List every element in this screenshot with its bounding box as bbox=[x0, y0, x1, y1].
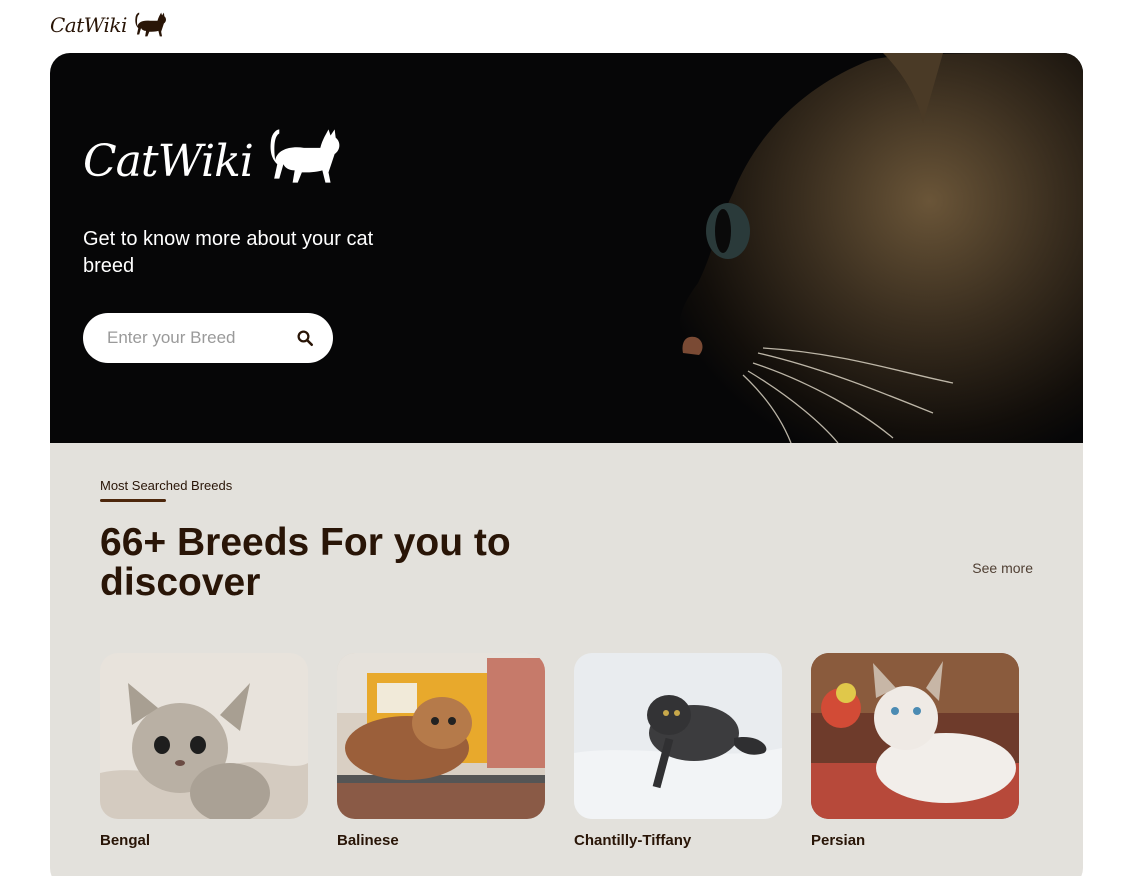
breed-card-image[interactable] bbox=[337, 653, 545, 819]
hero-banner: CatWiki Get to know more about your cat … bbox=[50, 53, 1083, 443]
breed-search[interactable] bbox=[83, 313, 333, 363]
breed-card-image[interactable] bbox=[100, 653, 308, 819]
breed-card[interactable]: Bengal bbox=[100, 653, 308, 849]
breed-card[interactable]: Balinese bbox=[337, 653, 545, 849]
breed-cards: Bengal Balinese Chantilly-Tiffany Persia… bbox=[100, 653, 1019, 849]
see-more-link[interactable]: See more bbox=[972, 560, 1033, 576]
section-label: Most Searched Breeds bbox=[100, 478, 233, 493]
cat-silhouette-icon bbox=[135, 12, 166, 37]
hero-logo: CatWiki bbox=[83, 119, 349, 191]
breed-card-image[interactable] bbox=[811, 653, 1019, 819]
breed-card[interactable]: Persian bbox=[811, 653, 1019, 849]
breed-card-name[interactable]: Bengal bbox=[100, 832, 308, 849]
breeds-headline: 66+ Breeds For you to discover bbox=[100, 521, 511, 604]
search-icon[interactable] bbox=[295, 328, 315, 348]
header-logo[interactable]: CatWiki bbox=[50, 6, 171, 40]
breed-card-name[interactable]: Persian bbox=[811, 832, 1019, 849]
hero-logo-text: CatWiki bbox=[83, 136, 254, 187]
hero-cat-photo bbox=[523, 53, 1083, 443]
most-searched-breeds: Most Searched Breeds 66+ Breeds For you … bbox=[50, 443, 1083, 876]
section-underline bbox=[100, 499, 166, 502]
breed-card-name[interactable]: Chantilly-Tiffany bbox=[574, 832, 782, 849]
header-logo-text: CatWiki bbox=[50, 13, 127, 37]
hero-tagline: Get to know more about your cat breed bbox=[83, 228, 374, 277]
breed-card-image[interactable] bbox=[574, 653, 782, 819]
breed-card[interactable]: Chantilly-Tiffany bbox=[574, 653, 782, 849]
cat-silhouette-icon bbox=[270, 129, 340, 183]
breed-search-input[interactable] bbox=[107, 328, 282, 348]
breed-card-name[interactable]: Balinese bbox=[337, 832, 545, 849]
